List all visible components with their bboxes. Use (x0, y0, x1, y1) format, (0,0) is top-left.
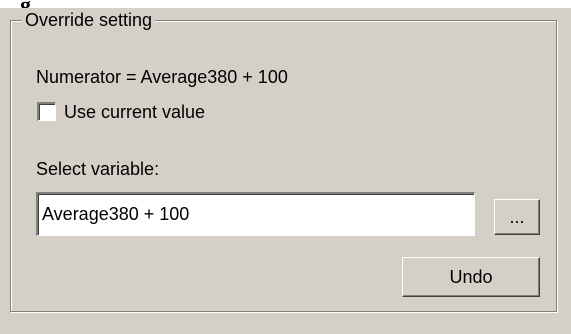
variable-input[interactable] (36, 192, 475, 236)
numerator-text: Numerator = Average380 + 100 (36, 67, 288, 87)
undo-button[interactable]: Undo (402, 257, 540, 297)
select-variable-label: Select variable: (36, 159, 160, 179)
use-current-value-label[interactable]: Use current value (64, 101, 205, 123)
clipped-heading-glyph: g (20, 0, 31, 8)
dialog-panel: Override setting Numerator = Average380 … (0, 8, 571, 334)
use-current-value-checkbox[interactable] (37, 102, 56, 121)
browse-button[interactable]: ... (494, 199, 540, 235)
group-title: Override setting (22, 10, 156, 30)
